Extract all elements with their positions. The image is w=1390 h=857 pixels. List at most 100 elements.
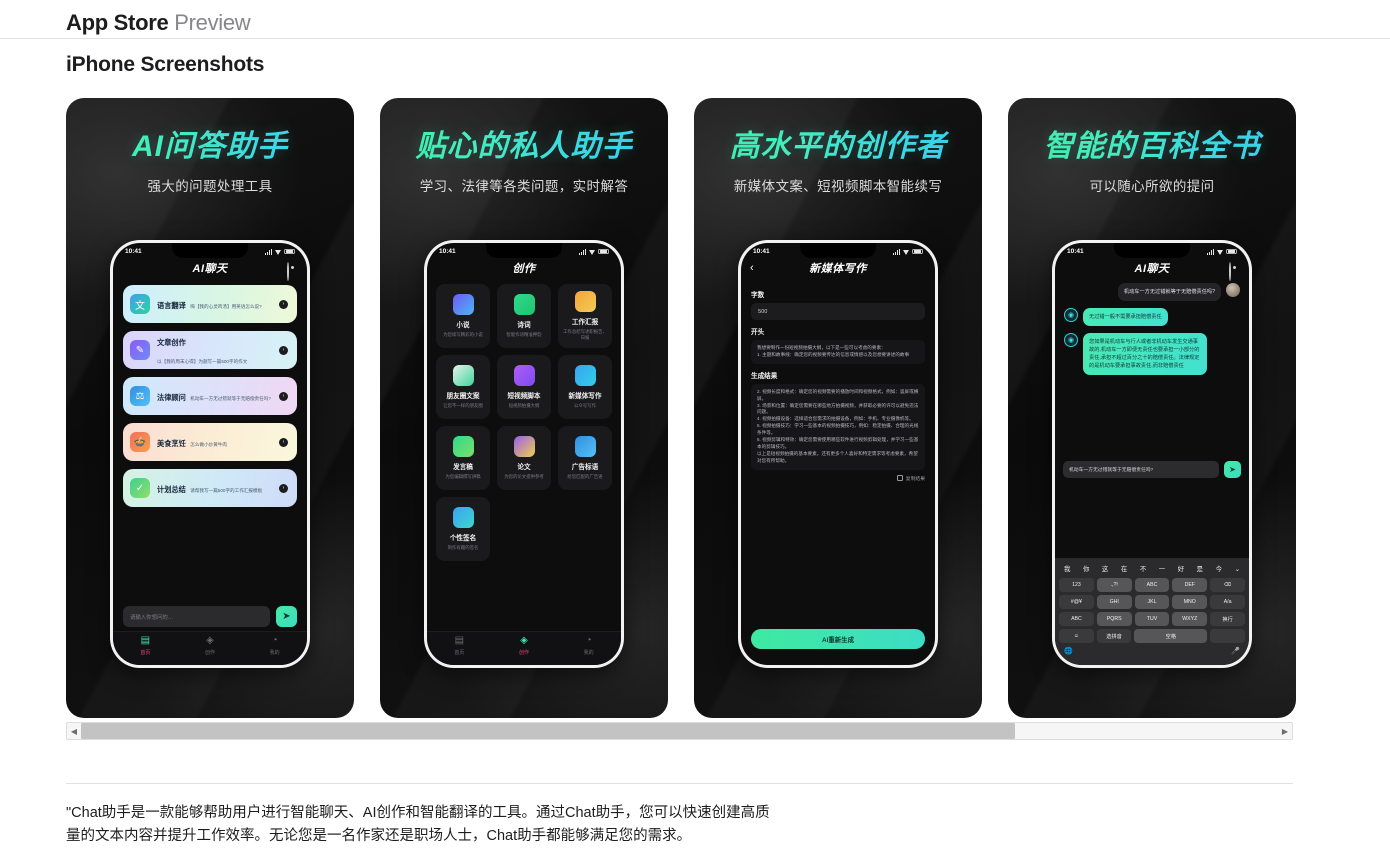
create-icon: ◈: [206, 635, 214, 646]
shot-4-title: 智能的百科全书: [1008, 130, 1296, 163]
chevron-right-icon[interactable]: ›: [279, 483, 288, 493]
tab-home[interactable]: ▤ 首页: [427, 636, 492, 656]
scroll-left-arrow[interactable]: ◀: [67, 727, 81, 736]
bot-avatar-icon: ◉: [1064, 308, 1078, 323]
word-count-input[interactable]: 500: [751, 303, 925, 320]
tab-profile[interactable]: ◔ 我的: [242, 636, 307, 656]
suggestion-word[interactable]: 这: [1102, 564, 1108, 573]
screenshot-card-1[interactable]: AI问答助手 强大的问题处理工具 10:41 AI聊天 文 语言翻译 嗨【我的心…: [66, 98, 354, 718]
grid-item-moments[interactable]: 朋友圈文案 让您不一样的朋友圈: [436, 355, 490, 419]
regenerate-button[interactable]: AI重新生成: [751, 629, 925, 649]
tab-create[interactable]: ◈ 创作: [492, 636, 557, 656]
create-icon: ◈: [520, 635, 528, 646]
key-123[interactable]: 123: [1059, 578, 1094, 592]
opening-text[interactable]: 我想要制作一份短视频拍摄大纲，以下是一些可以考虑的要素： 1. 主题和故事线：确…: [751, 340, 925, 364]
writing-form: 字数 500 开头 我想要制作一份短视频拍摄大纲，以下是一些可以考虑的要素： 1…: [741, 279, 935, 482]
emoji-icon[interactable]: ☺: [1059, 629, 1094, 643]
suggestion-word[interactable]: 今: [1216, 564, 1222, 573]
horizontal-scrollbar[interactable]: ◀ ▶: [66, 722, 1293, 740]
send-icon[interactable]: ➤: [276, 606, 297, 627]
grid-item-newmedia[interactable]: 新媒体写作 公众号写作: [558, 355, 612, 419]
feature-card-translate[interactable]: 文 语言翻译 嗨【我的心灵鸡汤】用英语怎么说? ›: [123, 285, 297, 323]
suggestion-word[interactable]: 一: [1159, 564, 1165, 573]
globe-icon[interactable]: 🌐: [1064, 647, 1073, 655]
phone-screen-2: 10:41 创作 小说 为您续写精彩的小说 诗词 智能作诗精准押韵 工作汇报 工…: [427, 243, 621, 665]
chat-row-user: 机动车一方无过错就等于无赔偿责任吗?: [1064, 283, 1240, 302]
key-tuv[interactable]: TUV: [1134, 612, 1170, 626]
tab-profile[interactable]: ◔ 我的: [556, 636, 621, 656]
grid-item-signature[interactable]: 个性签名 制作有趣的签名: [436, 497, 490, 561]
grid-item-poem[interactable]: 诗词 智能作诗精准押韵: [497, 284, 551, 348]
chevron-right-icon[interactable]: ›: [279, 345, 288, 355]
key-pqrs[interactable]: PQRS: [1096, 612, 1132, 626]
screenshot-card-4[interactable]: 智能的百科全书 可以随心所欲的提问 10:41 AI聊天 机动车一方无过错就等于…: [1008, 98, 1296, 718]
key-jkl[interactable]: JKL: [1134, 595, 1170, 609]
grid-title: 发言稿: [453, 464, 473, 472]
grid-item-speech[interactable]: 发言稿 为您编辑撰写讲稿: [436, 426, 490, 490]
wifi-icon: [274, 249, 282, 255]
scroll-right-arrow[interactable]: ▶: [1278, 727, 1292, 736]
avatar: [1226, 283, 1240, 297]
key-abc[interactable]: ABC: [1134, 578, 1170, 592]
screenshot-card-3[interactable]: 高水平的创作者 新媒体文案、短视频脚本智能续写 10:41 ‹ 新媒体写作 字数…: [694, 98, 982, 718]
feature-card-article[interactable]: ✎ 文章创作 以【我的周末心得】为题写一篇500字的作文 ›: [123, 331, 297, 369]
suggestion-word[interactable]: 好: [1178, 564, 1184, 573]
tab-create[interactable]: ◈ 创作: [178, 636, 243, 656]
grid-title: 新媒体写作: [568, 393, 602, 401]
chevron-right-icon[interactable]: ›: [279, 299, 288, 309]
tab-home[interactable]: ▤ 首页: [113, 636, 178, 656]
chevron-right-icon[interactable]: ›: [279, 437, 288, 447]
mic-icon[interactable]: 🎤: [1231, 647, 1240, 655]
signal-icon: [892, 248, 900, 255]
key-wxyz[interactable]: WXYZ: [1172, 612, 1208, 626]
create-grid: 小说 为您续写精彩的小说 诗词 智能作诗精准押韵 工作汇报 工作总结写述职报告、…: [427, 279, 621, 561]
suggestion-word[interactable]: 在: [1121, 564, 1127, 573]
copy-result-button[interactable]: 复制结果: [751, 475, 925, 482]
send-icon[interactable]: ➤: [1224, 461, 1241, 478]
key-punct[interactable]: .,?!: [1096, 578, 1132, 592]
copy-label: 复制结果: [905, 476, 925, 482]
key-space[interactable]: 空格: [1134, 629, 1208, 643]
grid-item-report[interactable]: 工作汇报 工作总结写述职报告、日报: [558, 284, 612, 348]
result-text: 2. 视频长度和格式：确定您的视频需要的播放时间和视频格式，例如：竖屏或横屏。 …: [751, 383, 925, 470]
key-pinyin[interactable]: 选拼音: [1096, 629, 1132, 643]
feature-card-plan[interactable]: ✓ 计划总结 请帮我写一篇500字的工作汇报模板 ›: [123, 469, 297, 507]
shot-3-subtitle: 新媒体文案、短视频脚本智能续写: [733, 179, 943, 194]
key-ghi[interactable]: GHI: [1096, 595, 1132, 609]
feature-card-law[interactable]: ⚖ 法律顾问 机动车一方无过错就等于无赔偿责任吗? ›: [123, 377, 297, 415]
key-confirm[interactable]: [1210, 629, 1245, 643]
tab-bar-2: ▤ 首页 ◈ 创作 ◔ 我的: [427, 631, 621, 665]
slogan-icon: [574, 436, 596, 458]
screenshot-card-2[interactable]: 贴心的私人助手 学习、法律等各类问题，实时解答 10:41 创作 小说 为您续写…: [380, 98, 668, 718]
grid-item-novel[interactable]: 小说 为您续写精彩的小说: [436, 284, 490, 348]
feature-card-food[interactable]: 🍲 美食烹饪 怎么做小炒黄牛肉 ›: [123, 423, 297, 461]
chat-input[interactable]: 机动车一方无过错就等于无赔偿责任吗?: [1063, 461, 1219, 478]
shot-2-title: 贴心的私人助手: [380, 130, 668, 163]
chat-input[interactable]: 请输入你想问的…: [123, 606, 270, 627]
page-header: App Store Preview: [0, 0, 1390, 39]
keyboard-bottom-row: 🌐 🎤: [1059, 643, 1245, 655]
scrollbar-track[interactable]: [81, 723, 1278, 739]
chevron-right-icon[interactable]: ›: [279, 391, 288, 401]
suggestion-word[interactable]: 你: [1083, 564, 1089, 573]
grid-title: 个性签名: [449, 535, 477, 543]
suggestion-word[interactable]: 不: [1140, 564, 1146, 573]
key-abc-mode[interactable]: ABC: [1059, 612, 1094, 626]
gear-icon[interactable]: [1229, 261, 1240, 281]
grid-item-thesis[interactable]: 论文 为您的论文提供参考: [497, 426, 551, 490]
screenshot-strip[interactable]: AI问答助手 强大的问题处理工具 10:41 AI聊天 文 语言翻译 嗨【我的心…: [66, 98, 1296, 718]
suggestion-word[interactable]: 我: [1064, 564, 1070, 573]
chevron-down-icon[interactable]: ⌄: [1235, 565, 1240, 573]
key-mno[interactable]: MNO: [1172, 595, 1208, 609]
key-def[interactable]: DEF: [1172, 578, 1208, 592]
grid-item-slogan[interactable]: 广告标语 给您匹配的广告语: [558, 426, 612, 490]
key-symbols[interactable]: #@¥: [1059, 595, 1094, 609]
suggestion-word[interactable]: 是: [1197, 564, 1203, 573]
backspace-icon[interactable]: ⌫: [1210, 578, 1245, 592]
grid-item-shortvideo[interactable]: 短视频脚本 短视频拍摄大纲: [497, 355, 551, 419]
gear-icon[interactable]: [287, 261, 298, 281]
key-return[interactable]: 换行: [1210, 612, 1245, 626]
key-case[interactable]: A/a: [1210, 595, 1245, 609]
scrollbar-thumb[interactable]: [81, 723, 1015, 739]
back-chevron-icon[interactable]: ‹: [750, 262, 754, 274]
